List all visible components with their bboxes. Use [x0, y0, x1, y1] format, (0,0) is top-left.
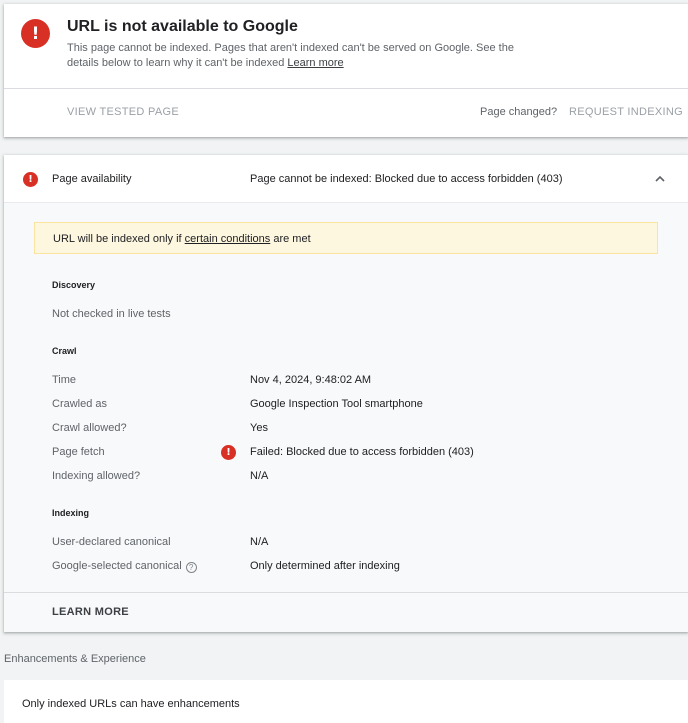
error-icon: !: [23, 172, 38, 187]
google-canonical-row: Google-selected canonical?: [52, 560, 197, 573]
page-changed-label: Page changed?: [480, 106, 558, 118]
crawl-time-label: Time: [52, 374, 77, 386]
request-indexing-button[interactable]: REQUEST INDEXING: [569, 106, 683, 118]
crawl-title: Crawl: [52, 346, 77, 356]
enhancements-message: Only indexed URLs can have enhancements: [22, 698, 240, 710]
learn-more-link[interactable]: Learn more: [287, 57, 343, 69]
page-availability-label: Page availability: [52, 173, 132, 185]
page-availability-status: Page cannot be indexed: Blocked due to a…: [250, 173, 563, 185]
indexing-allowed-label: Indexing allowed?: [52, 470, 141, 482]
enhancements-heading: Enhancements & Experience: [4, 653, 146, 665]
page-fetch-value: Failed: Blocked due to access forbidden …: [250, 446, 474, 458]
enhancements-card: Only indexed URLs can have enhancements: [4, 680, 688, 723]
crawled-as-value: Google Inspection Tool smartphone: [250, 398, 423, 410]
error-icon: !: [21, 19, 50, 48]
crawl-allowed-label: Crawl allowed?: [52, 422, 127, 434]
banner-suffix: are met: [273, 233, 311, 245]
crawl-time-value: Nov 4, 2024, 9:48:02 AM: [250, 374, 372, 386]
discovery-note: Not checked in live tests: [52, 308, 171, 320]
divider: [4, 592, 688, 593]
discovery-title: Discovery: [52, 280, 96, 290]
google-canonical-label: Google-selected canonical: [52, 560, 182, 572]
crawl-allowed-value: Yes: [250, 422, 268, 434]
user-canonical-label: User-declared canonical: [52, 536, 171, 548]
divider: [4, 88, 688, 89]
error-icon: !: [221, 445, 236, 460]
help-icon[interactable]: ?: [185, 562, 197, 573]
user-canonical-value: N/A: [250, 536, 269, 548]
view-tested-page-button[interactable]: VIEW TESTED PAGE: [67, 106, 179, 118]
learn-more-button[interactable]: LEARN MORE: [52, 606, 129, 618]
indexing-title: Indexing: [52, 508, 90, 518]
indexing-allowed-value: N/A: [250, 470, 269, 482]
banner-prefix: URL will be indexed only if: [53, 233, 182, 245]
chevron-up-icon[interactable]: [652, 171, 668, 187]
summary-description: This page cannot be indexed. Pages that …: [67, 41, 517, 71]
summary-card: ! URL is not available to Google This pa…: [4, 4, 688, 137]
crawled-as-label: Crawled as: [52, 398, 108, 410]
certain-conditions-link[interactable]: certain conditions: [185, 233, 271, 245]
page-title: URL is not available to Google: [67, 18, 298, 35]
page-availability-card: ! Page availability Page cannot be index…: [4, 155, 688, 632]
page-availability-header[interactable]: ! Page availability Page cannot be index…: [4, 155, 688, 203]
google-canonical-value: Only determined after indexing: [250, 560, 400, 572]
conditions-banner: URL will be indexed only if certain cond…: [34, 222, 658, 254]
page-fetch-label: Page fetch: [52, 446, 105, 458]
